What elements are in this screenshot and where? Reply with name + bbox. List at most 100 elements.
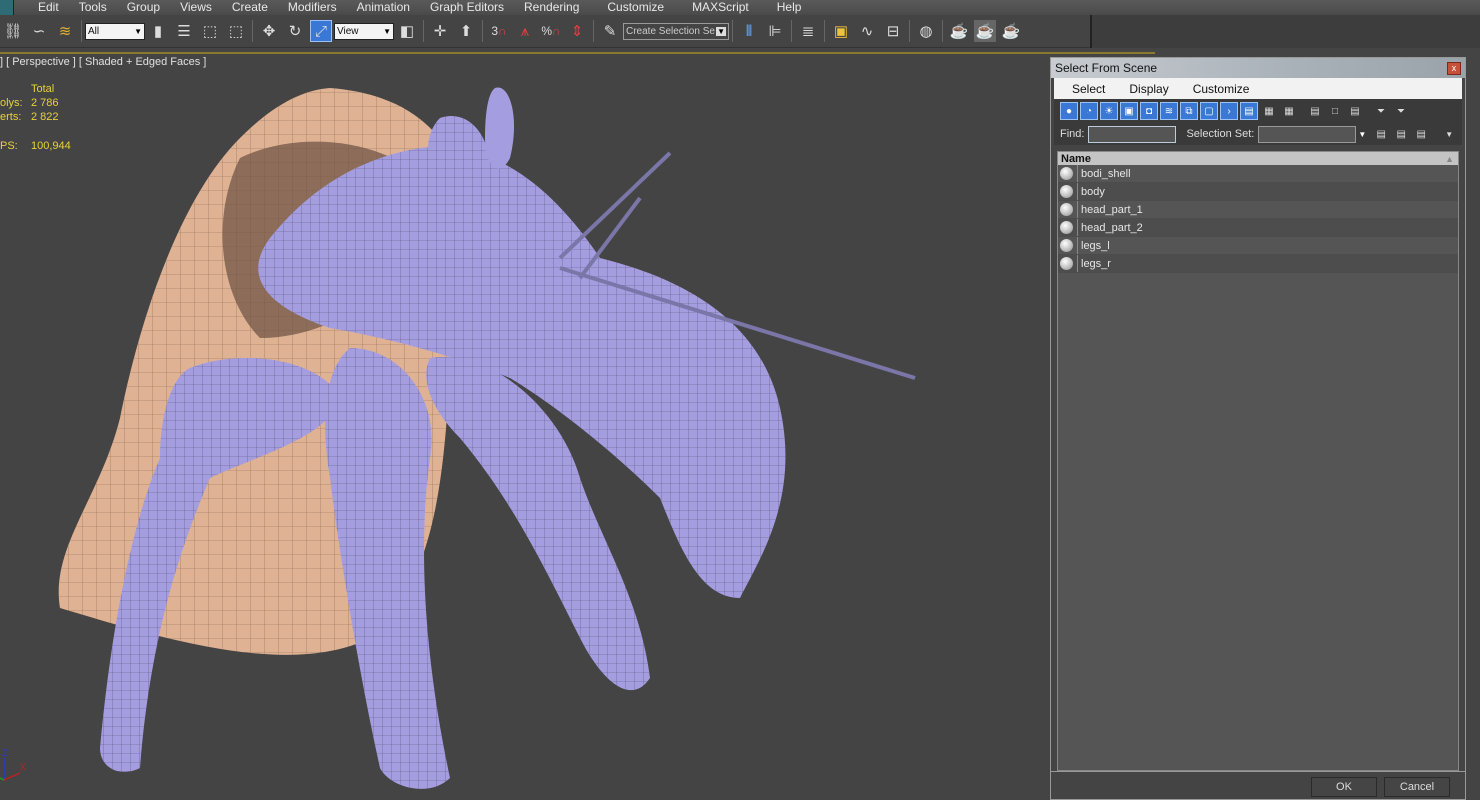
list-item[interactable]: head_part_1 xyxy=(1058,201,1458,219)
list-item[interactable]: legs_r xyxy=(1058,255,1458,273)
xrefs-filter-icon[interactable]: ▢ xyxy=(1200,102,1218,120)
menu-edit[interactable]: Edit xyxy=(28,0,69,15)
material-editor-icon[interactable]: ◍ xyxy=(915,20,937,42)
bind-spacewarp-icon[interactable]: ≋ xyxy=(54,20,76,42)
link-icon[interactable]: ⛓ xyxy=(2,20,24,42)
dialog-menu-customize[interactable]: Customize xyxy=(1185,82,1250,96)
dialog-title-bar[interactable]: Select From Scene x xyxy=(1051,58,1465,78)
cameras-filter-icon[interactable]: ▣ xyxy=(1120,102,1138,120)
list-item[interactable]: head_part_2 xyxy=(1058,219,1458,237)
menu-rendering[interactable]: Rendering xyxy=(514,0,589,15)
name-column-header[interactable]: Name ▲ xyxy=(1058,152,1458,165)
pivot-center-icon[interactable]: ◧ xyxy=(396,20,418,42)
toolbar-separator xyxy=(593,20,594,42)
spinner-snap-icon[interactable]: ⇕ xyxy=(566,20,588,42)
select-manipulate-icon[interactable]: ✛ xyxy=(429,20,451,42)
select-from-scene-dialog: Select From Scene x Select Display Custo… xyxy=(1050,57,1466,800)
find-input[interactable] xyxy=(1088,125,1177,143)
rect-selection-icon[interactable]: ⬚ xyxy=(199,20,221,42)
rendered-frame-icon[interactable]: ☕ xyxy=(974,20,996,42)
containers-filter-icon[interactable]: ▤ xyxy=(1240,102,1258,120)
window-crossing-icon[interactable]: ⬚ xyxy=(225,20,247,42)
select-none-icon[interactable]: ▤ xyxy=(1392,125,1410,143)
filter-toolbar: ● ◔ ☀ ▣ ◘ ≋ ⧉ ▢ › ▤ ▦ ▦ ▤ □ ▤ ⏷ ⏷ xyxy=(1054,99,1462,123)
menu-create[interactable]: Create xyxy=(222,0,278,15)
stats-fps-label: PS: xyxy=(0,140,18,152)
helpers-filter-icon[interactable]: ◘ xyxy=(1140,102,1158,120)
bones-filter-icon[interactable]: › xyxy=(1220,102,1238,120)
viewport-active-border xyxy=(0,52,1155,54)
chevron-down-icon: ▼ xyxy=(383,26,391,36)
object-name: legs_l xyxy=(1081,239,1110,252)
move-icon[interactable]: ✥ xyxy=(258,20,280,42)
menu-maxscript[interactable]: MAXScript xyxy=(682,0,759,15)
named-selection-dropdown[interactable]: Create Selection Se ▼ xyxy=(623,22,729,40)
ok-button[interactable]: OK xyxy=(1311,777,1377,797)
hidden-filter-icon[interactable]: ▦ xyxy=(1280,102,1298,120)
menu-views[interactable]: Views xyxy=(170,0,222,15)
menu-customize[interactable]: Customize xyxy=(597,0,674,15)
scene-explorer-icon[interactable]: ▣ xyxy=(830,20,852,42)
render-setup-icon[interactable]: ☕ xyxy=(948,20,970,42)
menu-tools[interactable]: Tools xyxy=(69,0,117,15)
dialog-menu-select[interactable]: Select xyxy=(1064,82,1105,96)
edit-named-selection-icon[interactable]: ✎ xyxy=(599,20,621,42)
toolbar-separator xyxy=(81,20,82,42)
menu-group[interactable]: Group xyxy=(117,0,170,15)
geometry-filter-icon[interactable]: ● xyxy=(1060,102,1078,120)
scale-icon[interactable]: ⤢ xyxy=(310,20,332,42)
more-options-icon[interactable]: ▼ xyxy=(1440,125,1458,143)
curve-editor-icon[interactable]: ∿ xyxy=(856,20,878,42)
cancel-button[interactable]: Cancel xyxy=(1384,777,1450,797)
frozen-filter-icon[interactable]: ▦ xyxy=(1260,102,1278,120)
geometry-object-icon xyxy=(1060,203,1073,216)
toolbar-separator xyxy=(732,20,733,42)
menu-graph-editors[interactable]: Graph Editors xyxy=(420,0,514,15)
angle-snap-icon[interactable]: ⩚ xyxy=(514,20,536,42)
object-name: head_part_2 xyxy=(1081,221,1143,234)
viewport-label[interactable]: ] [ Perspective ] [ Shaded + Edged Faces… xyxy=(0,56,206,68)
menu-animation[interactable]: Animation xyxy=(347,0,420,15)
sort-ascending-icon: ▲ xyxy=(1445,153,1454,164)
groups-filter-icon[interactable]: ⧉ xyxy=(1180,102,1198,120)
display-invert-icon[interactable]: ▤ xyxy=(1346,102,1364,120)
list-item[interactable]: bodi_shell xyxy=(1058,165,1458,183)
select-object-icon[interactable]: ▮ xyxy=(147,20,169,42)
render-production-icon[interactable]: ☕ xyxy=(1000,20,1022,42)
schematic-view-icon[interactable]: ⊟ xyxy=(882,20,904,42)
select-invert-icon[interactable]: ▤ xyxy=(1412,125,1430,143)
display-none-icon[interactable]: □ xyxy=(1326,102,1344,120)
spacewarps-filter-icon[interactable]: ≋ xyxy=(1160,102,1178,120)
menu-modifiers[interactable]: Modifiers xyxy=(278,0,347,15)
unlink-icon[interactable]: ∽ xyxy=(28,20,50,42)
shapes-filter-icon[interactable]: ◔ xyxy=(1080,102,1098,120)
object-list[interactable]: Name ▲ bodi_shell body head_part_1 head_part… xyxy=(1057,151,1459,771)
mirror-icon[interactable]: ⫴ xyxy=(738,20,760,42)
percent-snap-icon[interactable]: % ∩ xyxy=(540,20,562,42)
lights-filter-icon[interactable]: ☀ xyxy=(1100,102,1118,120)
chevron-down-icon[interactable]: ▼ xyxy=(1358,130,1366,139)
layer-manager-icon[interactable]: ≣ xyxy=(797,20,819,42)
selection-set-dropdown[interactable] xyxy=(1258,125,1357,143)
select-all-icon[interactable]: ▤ xyxy=(1372,125,1390,143)
selection-filter-dropdown[interactable]: All ▼ xyxy=(85,22,145,40)
toolbar-separator xyxy=(824,20,825,42)
list-item[interactable]: body xyxy=(1058,183,1458,201)
list-item[interactable]: legs_l xyxy=(1058,237,1458,255)
hermit-crab-model[interactable] xyxy=(40,78,940,798)
snap-toggle-icon[interactable]: 3 ∩ xyxy=(488,20,510,42)
object-name: legs_r xyxy=(1081,257,1111,270)
reference-coord-dropdown[interactable]: View ▼ xyxy=(334,22,394,40)
keyboard-shortcut-icon[interactable]: ⬆ xyxy=(455,20,477,42)
select-by-name-icon[interactable]: ☰ xyxy=(173,20,195,42)
dialog-menu-display[interactable]: Display xyxy=(1121,82,1168,96)
filter-options-icon[interactable]: ⏷ xyxy=(1392,102,1410,120)
close-button[interactable]: x xyxy=(1447,61,1461,75)
display-all-icon[interactable]: ▤ xyxy=(1306,102,1324,120)
align-icon[interactable]: ⊫ xyxy=(764,20,786,42)
rotate-icon[interactable]: ↻ xyxy=(284,20,306,42)
app-logo-icon[interactable] xyxy=(0,0,14,15)
snap-label: 3 xyxy=(491,24,499,38)
filter-icon[interactable]: ⏷ xyxy=(1372,102,1390,120)
menu-help[interactable]: Help xyxy=(767,0,812,15)
